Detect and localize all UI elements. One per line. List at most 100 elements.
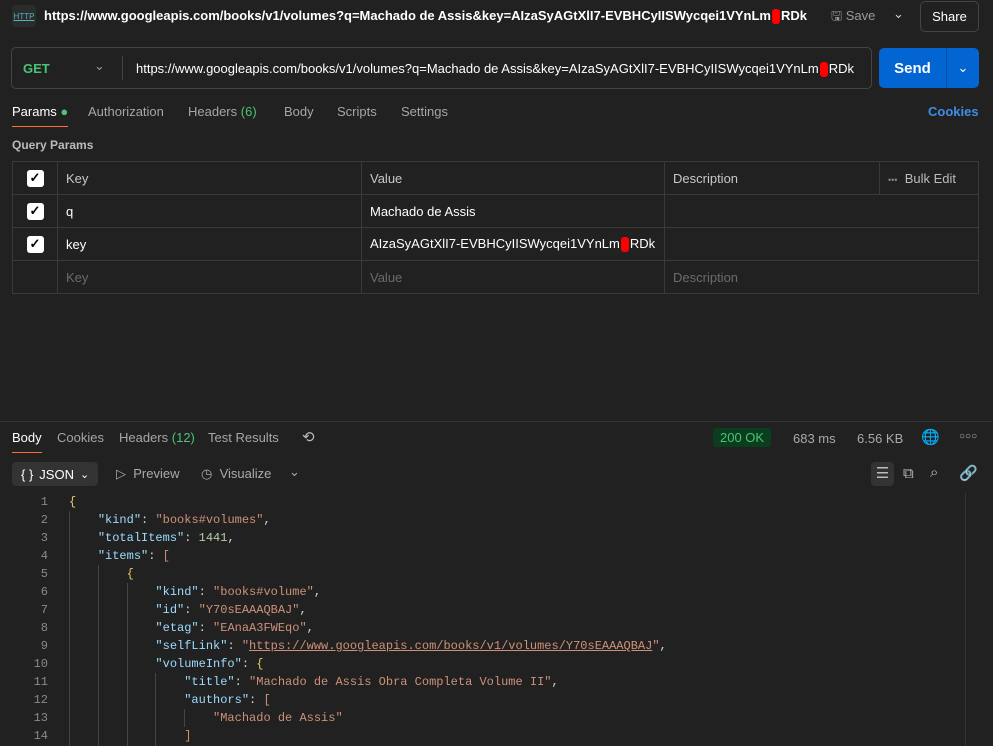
code-token: :: [184, 603, 199, 617]
method-select[interactable]: GET: [23, 61, 50, 76]
response-code-editor[interactable]: 1{2 "kind": "books#volumes", 3 "totalItem…: [0, 493, 667, 745]
code-token: {: [256, 657, 264, 671]
response-tab-test-results[interactable]: Test Results: [208, 430, 279, 445]
bulk-edit-button[interactable]: ••• Bulk Edit: [879, 161, 979, 195]
param-description[interactable]: [664, 227, 979, 261]
visualize-button[interactable]: ◷ Visualize: [201, 466, 271, 482]
title-text-end: RDk: [781, 8, 808, 23]
code-line: 9 "selfLink": "https://www.googleapis.co…: [0, 637, 667, 655]
globe-lock-icon[interactable]: 🌐: [921, 428, 940, 446]
visualize-dropdown-icon[interactable]: ⌄: [289, 464, 300, 480]
save-dropdown-icon[interactable]: ⌄: [893, 6, 904, 22]
line-number: 1: [40, 495, 48, 509]
response-time[interactable]: 683 ms: [793, 431, 836, 446]
tab-authorization[interactable]: Authorization: [88, 104, 164, 119]
row-checkbox[interactable]: ✓: [26, 235, 44, 253]
cookies-link[interactable]: Cookies: [928, 104, 979, 119]
redaction-mark: [620, 237, 629, 253]
response-tab-cookies[interactable]: Cookies: [57, 430, 104, 445]
code-line: 13 "Machado de Assis": [0, 709, 667, 727]
send-button[interactable]: Send: [879, 48, 946, 88]
param-description[interactable]: [664, 194, 979, 228]
url-input[interactable]: https://www.googleapis.com/books/v1/volu…: [136, 61, 854, 78]
more-icon: •••: [888, 174, 898, 185]
status-badge[interactable]: 200 OK: [713, 428, 772, 447]
code-token: ,: [313, 585, 322, 599]
code-token: :: [227, 639, 242, 653]
table-row-empty: Key Value Description: [12, 260, 979, 294]
code-token: "id": [155, 603, 185, 617]
param-value[interactable]: Machado de Assis: [361, 194, 665, 228]
preview-button[interactable]: ▷ Preview: [116, 466, 179, 482]
line-number: 4: [40, 549, 48, 563]
checkbox-cell: [12, 260, 58, 294]
code-token: "EAnaA3FWEqo": [213, 621, 307, 635]
response-tab-body[interactable]: Body: [12, 430, 42, 453]
send-dropdown-button[interactable]: ⌄: [946, 48, 979, 88]
wrap-lines-icon[interactable]: ☰: [871, 462, 894, 486]
query-params-title: Query Params: [12, 138, 94, 152]
editor-scrollbar[interactable]: [965, 493, 979, 746]
code-line: 4 "items": [: [0, 547, 667, 565]
pane-divider[interactable]: [0, 421, 993, 422]
copy-icon[interactable]: ⧉: [903, 465, 914, 482]
search-icon[interactable]: ⌕: [930, 464, 938, 481]
key-placeholder[interactable]: Key: [57, 260, 362, 294]
line-number: 12: [33, 693, 48, 707]
code-line: 2 "kind": "books#volumes",: [0, 511, 667, 529]
response-tab-headers[interactable]: Headers (12): [119, 430, 195, 445]
row-checkbox[interactable]: ✓: [26, 202, 44, 220]
line-number: 14: [33, 729, 48, 743]
code-token: ]: [184, 729, 192, 743]
tab-settings[interactable]: Settings: [401, 104, 448, 119]
bulk-edit-label: Bulk Edit: [904, 170, 956, 186]
line-number: 9: [40, 639, 48, 653]
tab-headers[interactable]: Headers (6): [188, 104, 257, 119]
request-title[interactable]: https://www.googleapis.com/books/v1/volu…: [44, 8, 808, 25]
format-select[interactable]: { } JSON ⌄: [12, 462, 98, 486]
save-button[interactable]: 🖫 Save: [831, 7, 875, 29]
param-key[interactable]: key: [57, 227, 362, 261]
code-line: 7 "id": "Y70sEAAAQBAJ",: [0, 601, 667, 619]
code-link[interactable]: https://www.googleapis.com/books/v1/volu…: [249, 639, 652, 653]
tab-label: Params: [12, 104, 57, 119]
param-key[interactable]: q: [57, 194, 362, 228]
column-header-key: Key: [57, 161, 362, 195]
select-all-checkbox[interactable]: ✓: [26, 169, 44, 187]
code-token: ,: [551, 675, 559, 689]
response-size[interactable]: 6.56 KB: [857, 431, 903, 446]
link-icon[interactable]: 🔗: [959, 464, 978, 482]
code-token: 1441: [198, 531, 228, 545]
code-token: {: [69, 495, 77, 509]
param-value[interactable]: AIzaSyAGtXlI7-EVBHCyIISWycqei1VYnLm RDk: [361, 227, 665, 261]
checkbox-cell: ✓: [12, 194, 58, 228]
select-all-cell: ✓: [12, 161, 58, 195]
save-label: Save: [845, 8, 876, 23]
value-placeholder[interactable]: Value: [361, 260, 665, 294]
code-token: {: [126, 567, 134, 581]
chevron-down-icon: ⌄: [94, 58, 105, 73]
code-token: "books#volume": [213, 585, 314, 599]
code-token: "totalItems": [97, 531, 185, 545]
tab-scripts[interactable]: Scripts: [337, 104, 377, 119]
more-options-icon[interactable]: ○○○: [959, 431, 977, 442]
column-header-description: Description: [664, 161, 880, 195]
code-token: ,: [659, 639, 667, 653]
code-token: ": [652, 639, 660, 653]
code-token: "Machado de Assis": [213, 711, 343, 725]
history-icon[interactable]: ⟲: [302, 428, 315, 446]
code-line: 1{: [0, 493, 667, 511]
share-button[interactable]: Share: [920, 1, 979, 32]
tab-body[interactable]: Body: [284, 104, 314, 119]
code-token: "Machado de Assis Obra Completa Volume I…: [249, 675, 552, 689]
url-text: https://www.googleapis.com/books/v1/volu…: [136, 61, 819, 76]
description-placeholder[interactable]: Description: [664, 260, 979, 294]
code-line: 10 "volumeInfo": {: [0, 655, 667, 673]
tab-params[interactable]: Params ●: [12, 104, 69, 127]
